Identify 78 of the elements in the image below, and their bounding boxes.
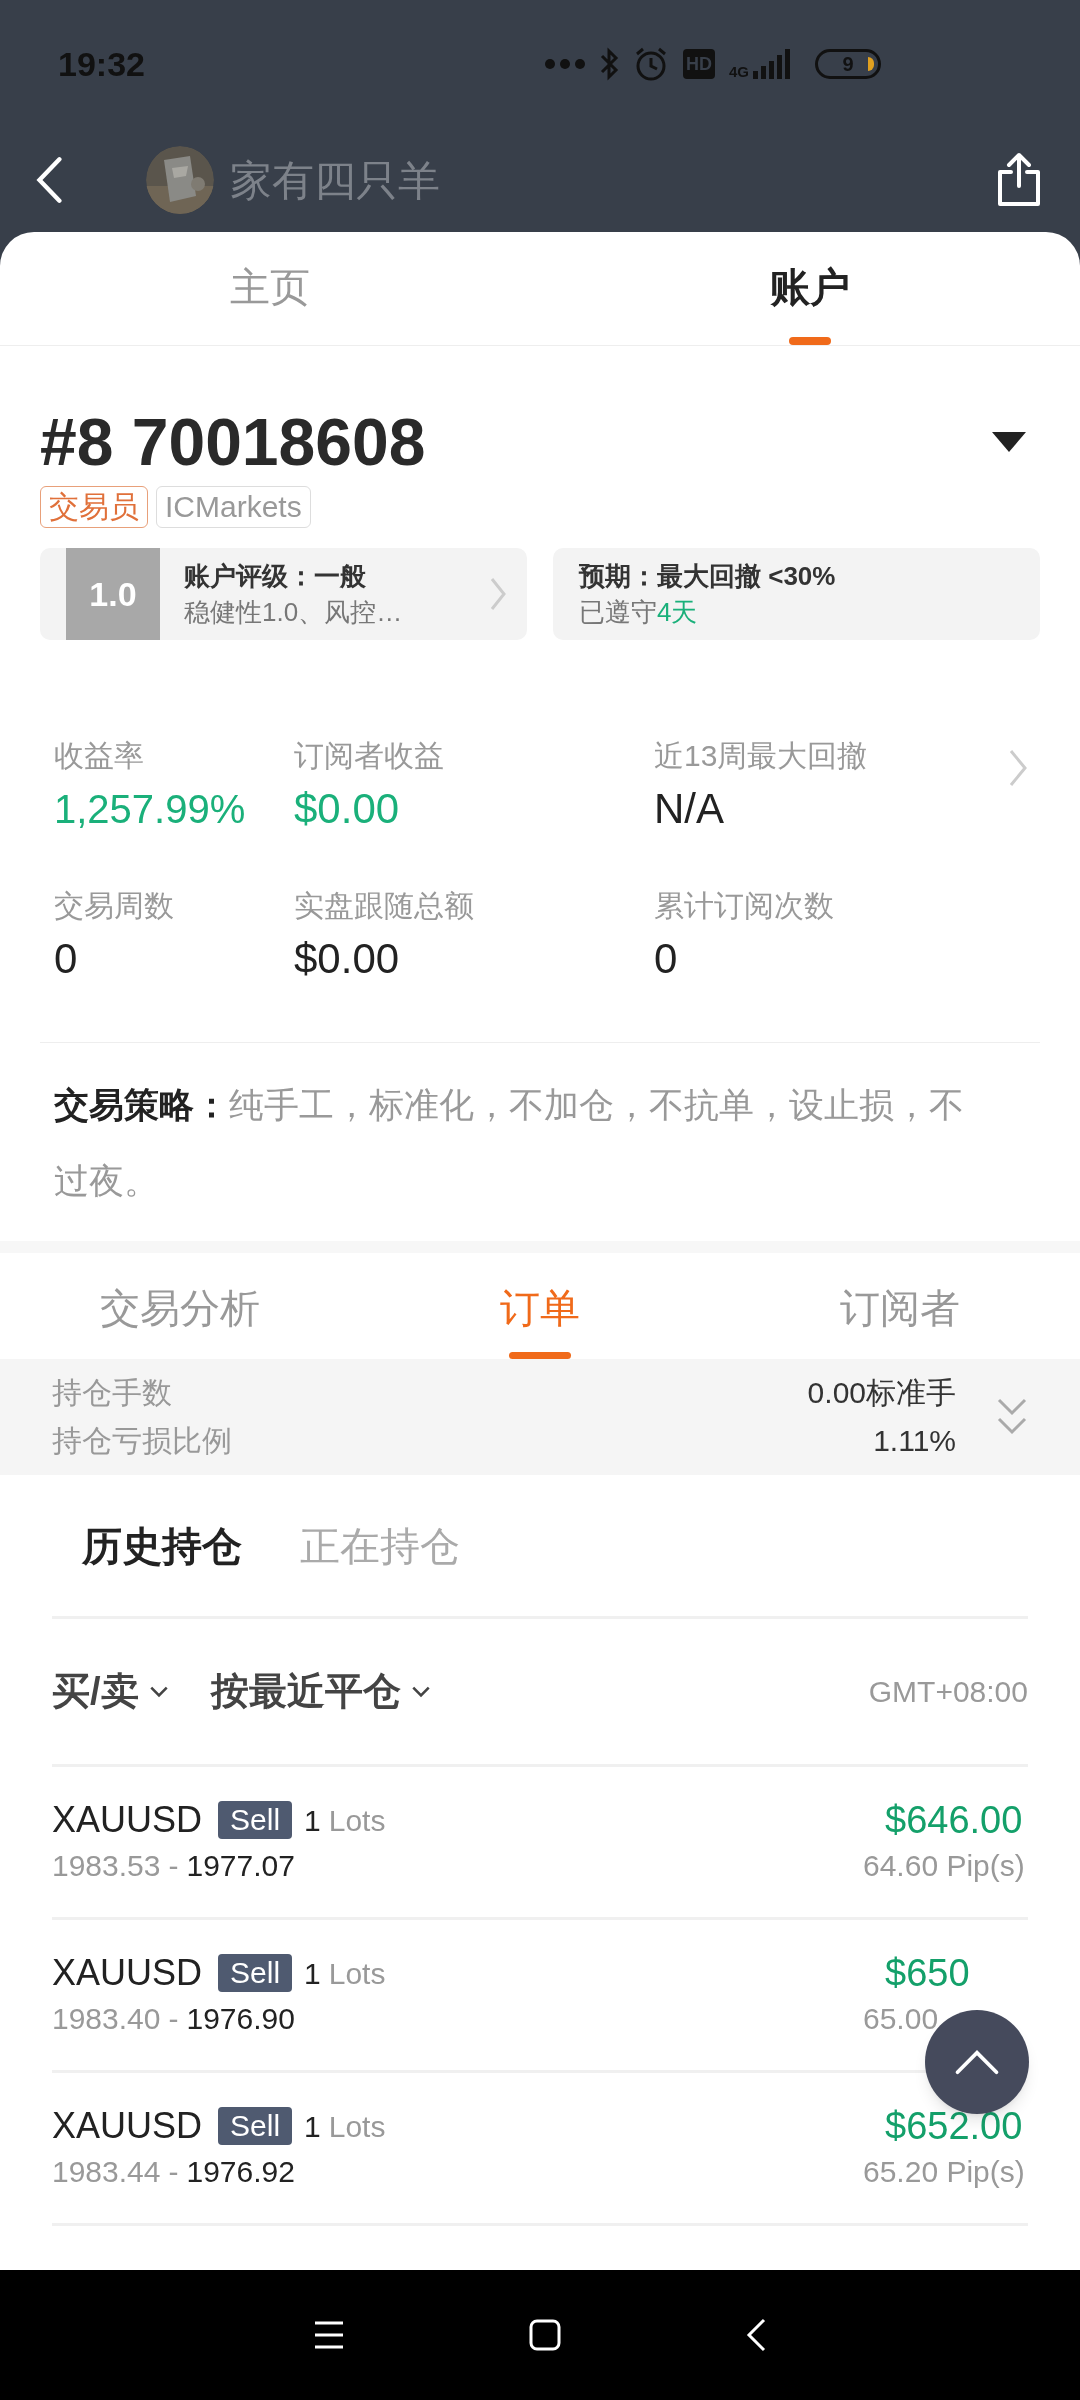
pips-value: 65.00 <box>863 2001 939 2037</box>
lot-unit: Lots <box>328 1955 386 1992</box>
stat-value: 1,257.99% <box>54 786 246 833</box>
chevron-right-icon <box>489 576 507 612</box>
days-count: 4天 <box>657 596 698 629</box>
card-title: 预期：最大回撤 <30% <box>579 560 836 593</box>
lot-count: 1 <box>304 2108 321 2145</box>
stat-value: $0.00 <box>294 784 400 834</box>
bluetooth-icon <box>598 46 619 82</box>
summary-label: 持仓亏损比例 <box>52 1423 233 1459</box>
card-subtitle: 已遵守 <box>579 596 657 629</box>
caret-down-icon[interactable] <box>148 1685 169 1698</box>
chevron-up-icon <box>954 2049 1000 2075</box>
info-card[interactable]: 1.0 账户评级：一般 稳健性1.0、风控… <box>40 548 527 640</box>
price-separator: - <box>168 2001 179 2037</box>
home-icon[interactable] <box>529 2319 561 2351</box>
rating-badge: 1.0 <box>66 548 160 640</box>
stat-label: 收益率 <box>54 738 144 774</box>
pips-value: 64.60 Pip(s) <box>863 1848 1025 1884</box>
timezone-label: GMT+08:00 <box>868 1674 1028 1710</box>
trader-name: 家有四只羊 <box>230 155 440 206</box>
symbol-label: XAUUSD <box>52 1951 203 1995</box>
filter-dropdown[interactable]: 买/卖 <box>52 1663 139 1720</box>
summary-label: 持仓手数 <box>52 1375 173 1411</box>
open-price: 1983.44 <box>52 2154 161 2190</box>
account-tag: ICMarkets <box>156 486 311 528</box>
tab[interactable]: 历史持仓 <box>82 1515 242 1576</box>
symbol-label: XAUUSD <box>52 1798 203 1842</box>
lot-unit: Lots <box>328 1802 386 1839</box>
lot-count: 1 <box>304 1802 321 1839</box>
close-price: 1976.90 <box>186 2001 295 2037</box>
account-tag: 交易员 <box>40 486 148 528</box>
battery-icon: 9 <box>815 49 881 79</box>
stat-value: 0 <box>54 934 78 984</box>
account-number: #8 70018608 <box>40 404 426 481</box>
status-time: 19:32 <box>58 43 145 85</box>
strategy-text: 交易策略：纯手工，标准化，不加仓，不抗单，设止损，不过夜。 <box>53 1084 965 1202</box>
card-title: 账户评级：一般 <box>184 560 367 593</box>
side-tag: Sell <box>218 2107 293 2145</box>
profit-value: $646.00 <box>885 1798 1023 1843</box>
close-price: 1976.92 <box>186 2154 295 2190</box>
profit-value: $652.00 <box>885 2104 1023 2149</box>
price-separator: - <box>168 1848 179 1884</box>
side-tag: Sell <box>218 1801 293 1839</box>
dropdown-icon[interactable] <box>992 432 1026 452</box>
filter-dropdown[interactable]: 按最近平仓 <box>210 1663 401 1720</box>
hd-indicator: HD <box>682 49 715 79</box>
summary-value: 1.11% <box>872 1423 956 1459</box>
menu-icon[interactable] <box>314 2321 344 2349</box>
tab[interactable]: 账户 <box>770 257 850 317</box>
stat-label: 实盘跟随总额 <box>294 888 474 924</box>
stat-value: N/A <box>654 784 724 834</box>
stat-value: 0 <box>654 934 678 984</box>
lot-unit: Lots <box>328 2108 386 2145</box>
tab-indicator <box>509 1352 571 1359</box>
close-price: 1977.07 <box>186 1848 295 1884</box>
open-price: 1983.40 <box>52 2001 161 2037</box>
profit-value: $650 <box>885 1951 970 1996</box>
tab-indicator <box>789 337 831 345</box>
network-type: 4G <box>728 64 749 79</box>
stat-label: 近13周最大回撤 <box>654 738 868 774</box>
stat-label: 累计订阅次数 <box>654 888 834 924</box>
stat-label: 订阅者收益 <box>294 738 444 774</box>
more-dots-icon <box>544 58 585 70</box>
summary-value: 0.00标准手 <box>807 1375 956 1411</box>
side-tag: Sell <box>218 1954 293 1992</box>
stat-value: $0.00 <box>294 934 400 984</box>
signal-icon <box>751 49 791 79</box>
info-card[interactable]: 预期：最大回撤 <30% 已遵守4天 <box>553 548 1040 640</box>
caret-down-icon[interactable] <box>410 1685 431 1698</box>
card-subtitle: 稳健性1.0、风控… <box>184 596 403 629</box>
lot-count: 1 <box>304 1955 321 1992</box>
stat-label: 交易周数 <box>54 888 174 924</box>
open-price: 1983.53 <box>52 1848 161 1884</box>
back-icon[interactable] <box>746 2318 766 2352</box>
pips-value: 65.20 Pip(s) <box>863 2154 1025 2190</box>
price-separator: - <box>168 2154 179 2190</box>
symbol-label: XAUUSD <box>52 2104 203 2148</box>
